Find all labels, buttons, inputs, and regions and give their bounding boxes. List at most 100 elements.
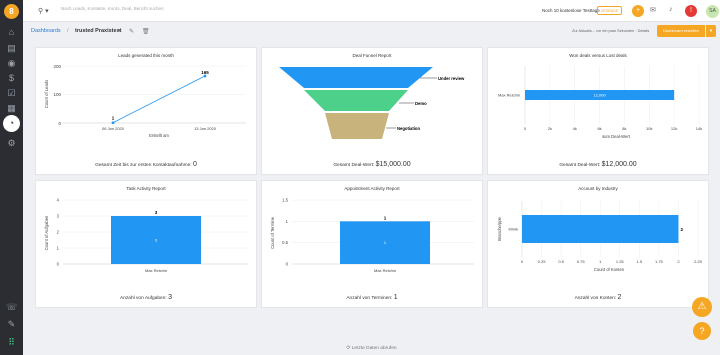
footer-text[interactable]: Letzte Daten abrufen xyxy=(352,346,397,351)
data-label: 3 xyxy=(155,210,158,215)
calendar-icon[interactable]: ▦ xyxy=(6,103,17,114)
add-icon[interactable]: + xyxy=(632,5,644,17)
y-axis-label: Count of Aufgaben xyxy=(44,215,49,250)
help-icon[interactable]: ? xyxy=(693,322,711,340)
data-label: 12,000 xyxy=(593,93,606,98)
y-tick: 0 xyxy=(58,121,61,126)
x-tick: 6k xyxy=(597,126,601,131)
settings-icon[interactable]: ⚙ xyxy=(6,138,17,149)
footer-label: Anzahl von Terminen: xyxy=(346,296,393,301)
app-logo[interactable]: 8 xyxy=(4,4,19,19)
y-tick: Klinik xyxy=(508,227,518,232)
y-tick: 100 xyxy=(53,92,61,97)
refresh-status: Zur Aktualis... vor ein paar Sekunden · … xyxy=(572,29,650,33)
funnel-card: Deal Funnel Report Under review Demo Neg… xyxy=(261,47,483,175)
pencil-icon[interactable]: ✎ xyxy=(129,28,134,35)
funnel-label: Demo xyxy=(415,101,427,106)
x-tick: 06 Jan 2020 xyxy=(102,126,125,131)
card-footer: Gesamt Deal-Wert: $12,000.00 xyxy=(488,161,708,168)
search-input[interactable]: Nach Leads, Kontakte, Konto, Deal, Beric… xyxy=(61,6,311,11)
footer-label: Gesamt Deal-Wert: xyxy=(559,163,601,168)
y-tick: Max Reichin xyxy=(498,93,520,98)
mail-icon[interactable]: ✉ xyxy=(650,6,656,14)
x-axis-label: Count of Konten xyxy=(594,267,625,272)
dashboard-selector[interactable]: trusted Praxistest xyxy=(75,28,121,34)
x-axis-label: sum Deal-Wert xyxy=(602,134,631,139)
x-tick: 14k xyxy=(696,126,702,131)
tasks-icon[interactable]: ☑ xyxy=(6,88,17,99)
won-lost-card: Won deals versus Lost deals 0 2k 4k 6k 8k 10k… xyxy=(487,47,709,175)
leads-card: Leads generated this month 200 100 0 06 … xyxy=(35,47,257,175)
y-tick: 1 xyxy=(57,246,60,251)
y-tick: 2 xyxy=(57,230,60,235)
x-tick: 2.25 xyxy=(694,259,703,264)
search-icon[interactable]: ⚲ ▾ xyxy=(38,7,49,15)
avatar[interactable]: SA xyxy=(706,5,719,18)
y-tick: 0.5 xyxy=(282,240,288,245)
task-activity-card: Task Activity Report 01234 3 3 Max Reich… xyxy=(35,180,257,308)
upgrade-button[interactable]: UPGRADE xyxy=(597,6,622,15)
funnel-stage-demo xyxy=(304,90,408,111)
funnel-label: Under review xyxy=(438,76,465,81)
footer-label: Gesamt Deal-Wert: xyxy=(333,163,375,168)
data-label: 165 xyxy=(201,70,209,75)
apps-icon[interactable]: ⠿ xyxy=(6,337,17,348)
funnel-label: Negotiation xyxy=(397,126,420,131)
footer-label: Anzahl von Konten: xyxy=(574,296,617,301)
x-tick: Max Reichin xyxy=(374,268,396,273)
x-tick: 0 xyxy=(521,259,524,264)
y-tick: 200 xyxy=(53,64,61,69)
trial-text: Noch 10 kostenlose Testtage xyxy=(542,8,600,13)
footer-value: 3 xyxy=(168,294,172,301)
footer-value: $15,000.00 xyxy=(375,161,411,168)
card-footer: Anzahl von Konten: 2 xyxy=(488,294,708,301)
breadcrumb-separator: / xyxy=(67,28,69,34)
reports-icon[interactable]: ◔ xyxy=(3,115,20,132)
card-footer: Anzahl von Aufgaben: 3 xyxy=(36,294,256,301)
x-tick: 0.5 xyxy=(558,259,564,264)
launch-icon[interactable]: ⚠ xyxy=(692,297,712,317)
phone-icon[interactable]: ☏ xyxy=(6,302,17,313)
chart-icon[interactable]: ▤ xyxy=(6,43,17,54)
breadcrumb[interactable]: Dashboards xyxy=(31,28,61,34)
edit-icon[interactable]: ✎ xyxy=(6,319,17,330)
deals-icon[interactable]: $ xyxy=(6,73,17,84)
refresh-data-link[interactable]: ⟳ Letzte Daten abrufen xyxy=(23,346,720,351)
x-tick: 2 xyxy=(677,259,680,264)
appointment-activity-card: Appointment Activity Report 0 0.5 1 1.5 1 1… xyxy=(261,180,483,308)
x-tick: 12k xyxy=(671,126,677,131)
create-dashboard-button[interactable]: Dashboard erstellen xyxy=(657,25,705,37)
y-axis-label: Count of Termine xyxy=(270,216,275,248)
chevron-down-icon[interactable]: ▾ xyxy=(118,28,121,34)
bell-icon[interactable]: ♪ xyxy=(669,6,673,13)
y-tick: 0 xyxy=(286,262,289,267)
x-tick: 10k xyxy=(646,126,652,131)
funnel-stage-negotiation xyxy=(325,113,389,139)
funnel-stage-under-review xyxy=(279,67,433,88)
x-axis-label: Erstellt am xyxy=(149,133,169,138)
x-tick: 8k xyxy=(622,126,626,131)
data-label: 2 xyxy=(680,227,683,232)
y-axis-label: Branche/ppe xyxy=(497,216,502,240)
y-tick: 0 xyxy=(57,262,60,267)
contacts-icon[interactable]: ◉ xyxy=(6,58,17,69)
home-icon[interactable]: ⌂ xyxy=(6,27,17,38)
x-tick: 0.75 xyxy=(577,259,586,264)
data-point xyxy=(111,121,115,125)
x-tick: 1 xyxy=(599,259,602,264)
alert-icon[interactable]: ! xyxy=(685,5,697,17)
footer-label: Gesamt Zeit bis zur ersten Kontaktaufnah… xyxy=(95,163,192,168)
trash-icon[interactable]: 🗑 xyxy=(142,28,150,35)
appointment-bar-chart: 00.511.5 1 1 Max Reichin Count of Termin… xyxy=(270,198,474,273)
x-tick: 1.75 xyxy=(655,259,664,264)
chevron-down-icon[interactable]: ▾ xyxy=(706,25,716,37)
y-axis-label: Count of Leads xyxy=(44,80,49,108)
x-tick: 4k xyxy=(573,126,577,131)
y-tick: 4 xyxy=(57,198,60,203)
card-footer: Anzahl von Terminen: 1 xyxy=(262,294,482,301)
account-industry-card: Account by Industry 0 0.25 0.5 0.75 1 1.25 1.5… xyxy=(487,180,709,308)
funnel-chart: Under review Demo Negotiation xyxy=(279,67,465,139)
task-bar-chart: 01234 3 3 Max Reichin Count of Aufgaben xyxy=(44,198,248,273)
x-tick: 13 Jan 2020 xyxy=(194,126,217,131)
footer-value: $12,000.00 xyxy=(601,161,637,168)
